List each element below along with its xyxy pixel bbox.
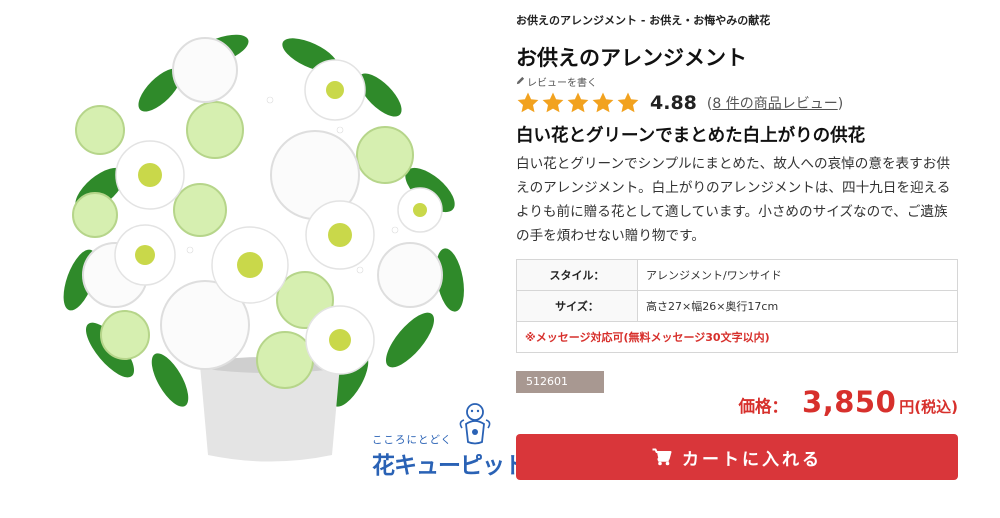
spec-label: サイズ： <box>516 290 638 322</box>
product-title: お供えのアレンジメント <box>516 46 747 70</box>
cart-icon <box>652 448 672 466</box>
brand-name: 花キューピット <box>372 453 527 479</box>
add-to-cart-button[interactable]: カートに入れる <box>516 434 958 480</box>
star-icon <box>591 91 615 115</box>
mascot-icon <box>456 402 494 446</box>
rating-stars <box>516 91 640 115</box>
rating-value: 4.88 <box>650 92 697 114</box>
price-unit: 円(税込) <box>899 398 958 416</box>
spec-label: スタイル： <box>516 259 638 291</box>
review-count: (8 件の商品レビュー) <box>707 93 843 113</box>
product-page: こころにとどく 花キューピット お供えのアレンジメント - お供え・お悔やみの献… <box>0 0 1000 518</box>
spec-table: スタイル： アレンジメント/ワンサイド サイズ： 高さ27×幅26×奥行17cm… <box>516 259 958 353</box>
review-count-link[interactable]: 8 件の商品レビュー <box>712 96 837 112</box>
spec-value: 高さ27×幅26×奥行17cm <box>637 290 958 322</box>
star-icon <box>516 91 540 115</box>
review-count-close: ) <box>837 96 844 112</box>
star-icon <box>541 91 565 115</box>
breadcrumb[interactable]: お供えのアレンジメント - お供え・お悔やみの献花 <box>516 12 770 28</box>
product-subtitle: 白い花とグリーンでまとめた白上がりの供花 <box>516 126 866 146</box>
price-row: 価格： 3,850 円(税込) <box>700 385 958 419</box>
message-note: ※メッセージ対応可(無料メッセージ30文字以内) <box>516 321 958 353</box>
write-review-label: レビューを書く <box>527 78 597 89</box>
brand-tagline: こころにとどく <box>372 434 453 446</box>
spec-row-size: サイズ： 高さ27×幅26×奥行17cm <box>516 290 958 322</box>
product-description: 白い花とグリーンでシンプルにまとめた、故人への哀悼の意を表すお供えのアレンジメン… <box>516 156 951 244</box>
spec-value: アレンジメント/ワンサイド <box>637 259 958 291</box>
price-label: 価格： <box>738 397 789 416</box>
star-icon <box>616 91 640 115</box>
add-to-cart-label: カートに入れる <box>682 449 822 470</box>
product-code-badge: 512601 <box>516 371 604 393</box>
rating-row: 4.88 (8 件の商品レビュー) <box>516 88 843 118</box>
spec-row-style: スタイル： アレンジメント/ワンサイド <box>516 259 958 291</box>
brand-logo: こころにとどく 花キューピット <box>372 402 527 482</box>
pencil-icon <box>516 76 525 88</box>
price-value: 3,850 <box>802 385 897 419</box>
spec-row-message: ※メッセージ対応可(無料メッセージ30文字以内) <box>516 321 958 353</box>
star-icon <box>566 91 590 115</box>
write-review-link[interactable]: レビューを書く <box>516 74 597 89</box>
